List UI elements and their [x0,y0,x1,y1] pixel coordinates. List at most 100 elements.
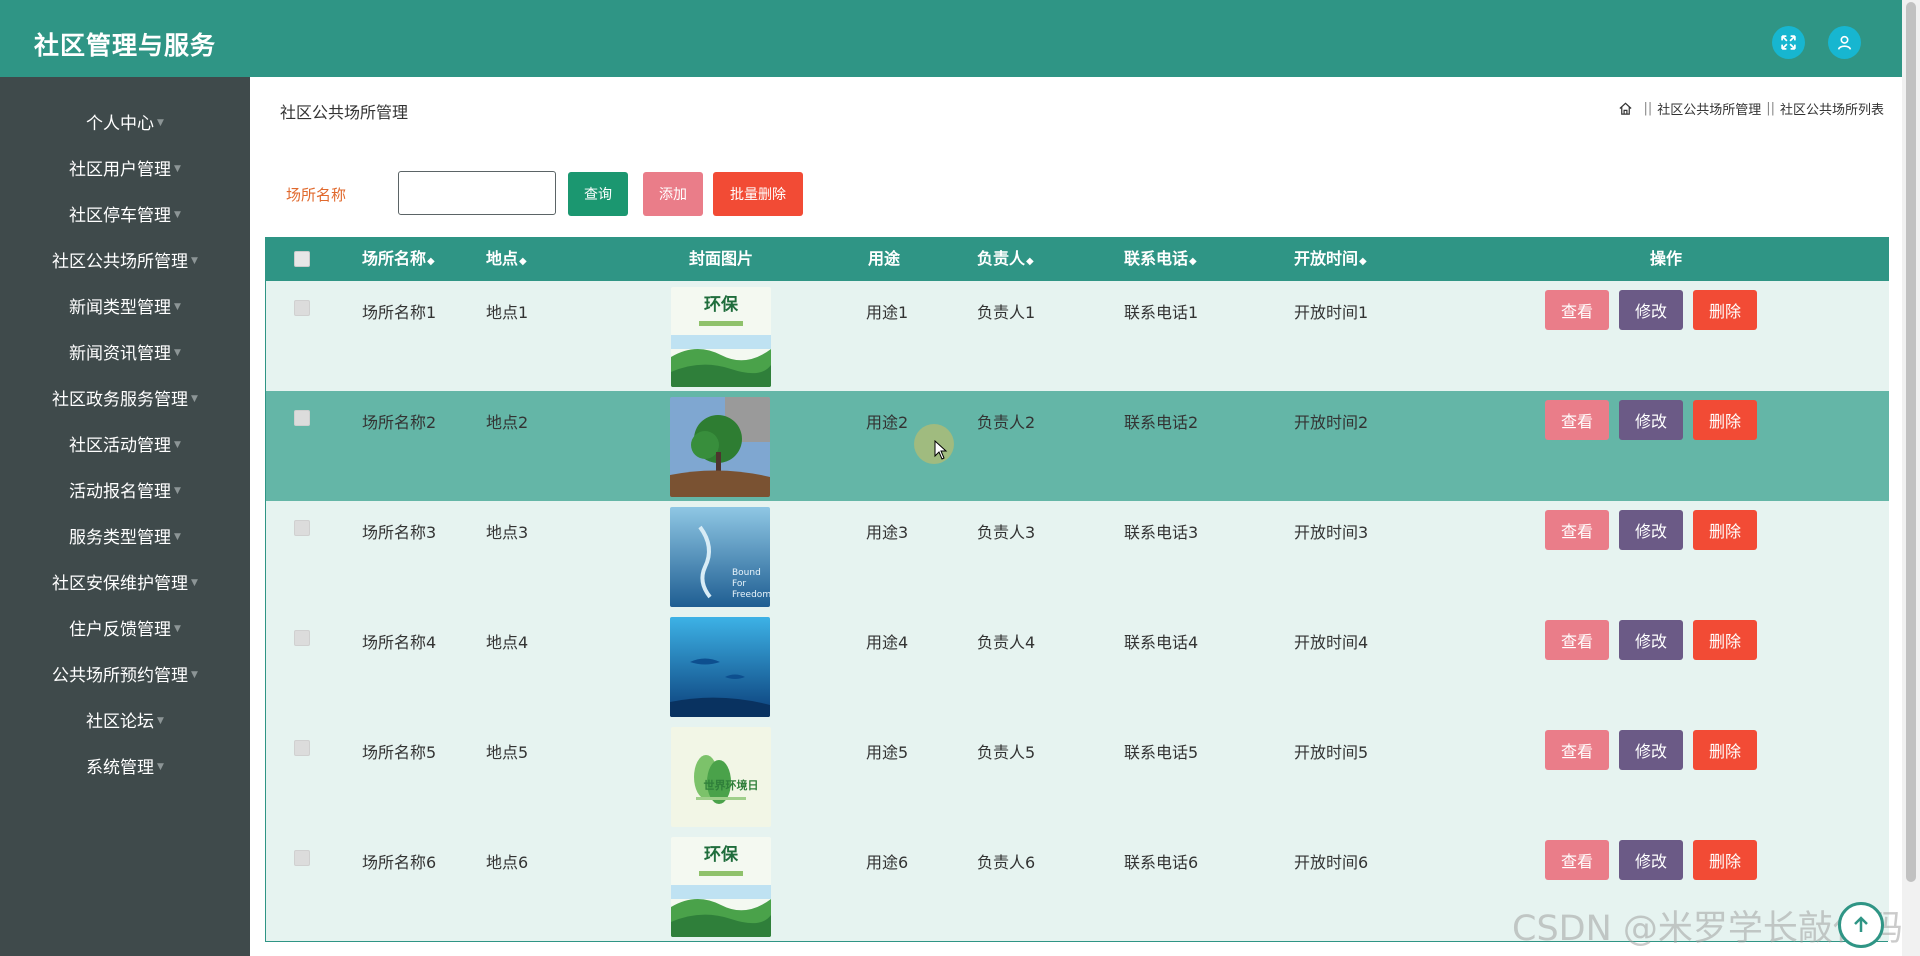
place-name-input[interactable] [398,171,556,215]
view-button[interactable]: 查看 [1545,620,1609,660]
edit-button[interactable]: 修改 [1619,400,1683,440]
delete-button[interactable]: 删除 [1693,510,1757,550]
sidebar-item-news[interactable]: 新闻资讯管理 ▼ [0,328,250,374]
sidebar-item-news-types[interactable]: 新闻类型管理 ▼ [0,282,250,328]
sidebar-item-label: 社区用户管理 [69,159,172,180]
column-header-open-time[interactable]: 开放时间◆ [1294,237,1367,281]
sidebar-item-activities[interactable]: 社区活动管理 ▼ [0,420,250,466]
sidebar-item-label: 公共场所预约管理 [52,665,189,686]
edit-button[interactable]: 修改 [1619,730,1683,770]
column-header-label: 用途 [868,249,901,268]
user-icon[interactable] [1828,26,1861,59]
sort-icon[interactable]: ◆ [1359,256,1367,267]
row-checkbox[interactable] [294,520,310,536]
table-header: 场所名称◆ 地点◆ 封面图片 用途 负责人◆ 联系电话◆ 开放时间◆ 操作 [266,237,1889,281]
column-header-location[interactable]: 地点◆ [486,237,527,281]
svg-text:环保: 环保 [704,844,739,865]
sidebar-item-public-places[interactable]: 社区公共场所管理 ▼ [0,236,250,282]
view-button[interactable]: 查看 [1545,840,1609,880]
breadcrumb-item[interactable]: 社区公共场所管理 [1657,99,1761,118]
caret-down-icon: ▼ [157,117,164,128]
manager-cell: 负责人1 [977,303,1036,322]
sort-icon[interactable]: ◆ [1026,256,1034,267]
location-cell: 地点1 [486,303,529,322]
delete-button[interactable]: 删除 [1693,400,1757,440]
view-button[interactable]: 查看 [1545,510,1609,550]
batch-delete-button[interactable]: 批量删除 [713,172,803,216]
breadcrumb-separator: || [1766,101,1775,116]
column-header-phone[interactable]: 联系电话◆ [1124,237,1197,281]
scrollbar-thumb[interactable] [1906,2,1916,882]
sidebar-item-system[interactable]: 系统管理 ▼ [0,742,250,788]
cover-env-poster: 环保 [671,837,771,937]
fullscreen-icon[interactable] [1772,26,1805,59]
query-button[interactable]: 查询 [568,172,628,216]
view-button[interactable]: 查看 [1545,730,1609,770]
sort-icon[interactable]: ◆ [1189,256,1197,267]
cover-image[interactable]: 环保 [671,287,771,387]
sidebar-item-service-types[interactable]: 服务类型管理 ▼ [0,512,250,558]
breadcrumb: || 社区公共场所管理 || 社区公共场所列表 [1618,99,1884,118]
breadcrumb-separator: || [1643,101,1653,116]
caret-down-icon: ▼ [174,623,181,634]
edit-button[interactable]: 修改 [1619,290,1683,330]
location-cell: 地点5 [486,743,529,762]
sidebar-item-reservations[interactable]: 公共场所预约管理 ▼ [0,650,250,696]
sidebar-item-parking[interactable]: 社区停车管理 ▼ [0,190,250,236]
sidebar-item-gov-services[interactable]: 社区政务服务管理 ▼ [0,374,250,420]
sidebar-item-feedback[interactable]: 住户反馈管理 ▼ [0,604,250,650]
manager-cell: 负责人2 [977,413,1036,432]
edit-button[interactable]: 修改 [1619,620,1683,660]
delete-button[interactable]: 删除 [1693,620,1757,660]
sidebar-item-activity-signup[interactable]: 活动报名管理 ▼ [0,466,250,512]
cover-image[interactable]: 环保 [671,837,771,937]
table-row: 场所名称5 地点5 世界环境日 用途5 负责人5 联系电话5 开放时间5 查看 … [266,721,1889,831]
user-icon-glyph [1837,35,1852,50]
select-all-checkbox[interactable] [294,251,310,267]
place-name-cell: 场所名称5 [362,743,437,762]
edit-button[interactable]: 修改 [1619,510,1683,550]
row-checkbox[interactable] [294,410,310,426]
page-scrollbar[interactable] [1902,0,1920,956]
location-cell: 地点6 [486,853,529,872]
sidebar-item-forum[interactable]: 社区论坛 ▼ [0,696,250,742]
row-checkbox[interactable] [294,300,310,316]
view-button[interactable]: 查看 [1545,400,1609,440]
column-header-name[interactable]: 场所名称◆ [362,237,435,281]
back-to-top-button[interactable] [1838,902,1884,948]
fullscreen-icon-glyph [1781,35,1796,50]
sidebar-item-label: 社区安保维护管理 [52,573,189,594]
row-checkbox[interactable] [294,740,310,756]
add-button[interactable]: 添加 [643,172,703,216]
sidebar-item-personal-center[interactable]: 个人中心 ▼ [0,98,250,144]
row-checkbox[interactable] [294,850,310,866]
row-checkbox[interactable] [294,630,310,646]
edit-button[interactable]: 修改 [1619,840,1683,880]
table-row: 场所名称2 地点2 用途2 负责人2 联系电话2 开放时间2 查看 修改 删除 [266,391,1889,501]
cover-image[interactable]: 世界环境日 [671,727,771,827]
home-icon[interactable] [1618,101,1633,116]
column-header-manager[interactable]: 负责人◆ [977,237,1034,281]
cover-image[interactable] [670,397,770,497]
view-button[interactable]: 查看 [1545,290,1609,330]
cover-image[interactable]: Bound For Freedom [670,507,770,607]
delete-button[interactable]: 删除 [1693,290,1757,330]
place-name-cell: 场所名称1 [362,303,437,322]
sort-icon[interactable]: ◆ [427,256,435,267]
sidebar-item-security[interactable]: 社区安保维护管理 ▼ [0,558,250,604]
sidebar-item-community-users[interactable]: 社区用户管理 ▼ [0,144,250,190]
page-title: 社区公共场所管理 [280,103,409,122]
sidebar-item-label: 社区停车管理 [69,205,172,226]
open-time-cell: 开放时间4 [1294,633,1369,652]
svg-text:世界环境日: 世界环境日 [704,778,759,792]
column-header-label: 场所名称 [362,249,427,268]
sidebar-item-label: 社区政务服务管理 [52,389,189,410]
sidebar-item-label: 服务类型管理 [69,527,172,548]
delete-button[interactable]: 删除 [1693,730,1757,770]
cover-env-poster: 环保 [671,287,771,387]
cover-image[interactable] [670,617,770,717]
caret-down-icon: ▼ [174,347,181,358]
cover-ocean-image [670,617,770,717]
delete-button[interactable]: 删除 [1693,840,1757,880]
sort-icon[interactable]: ◆ [519,256,527,267]
